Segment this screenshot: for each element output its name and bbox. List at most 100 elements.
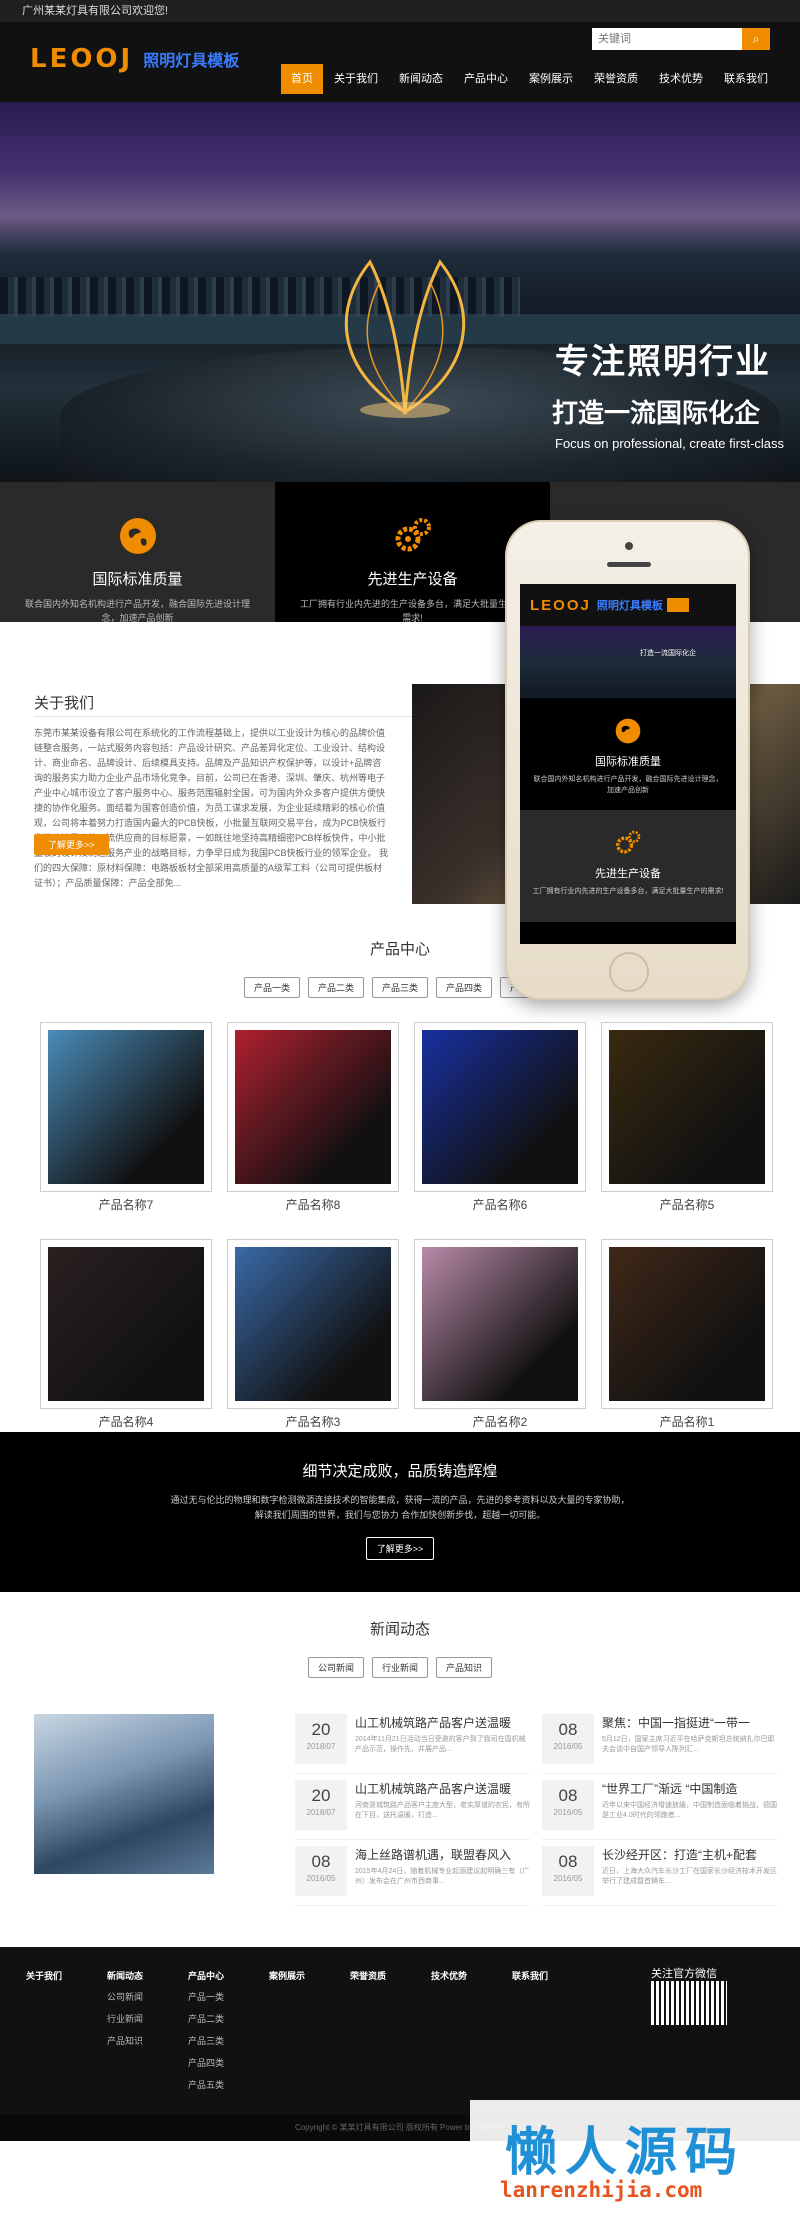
news-date: 20 2018/07 xyxy=(295,1780,347,1830)
nav-contact[interactable]: 联系我们 xyxy=(714,64,778,94)
product-image-frame[interactable] xyxy=(227,1239,399,1409)
news-date: 08 2016/05 xyxy=(295,1846,347,1896)
footer-heading[interactable]: 荣誉资质 xyxy=(350,1969,431,1982)
news-summary: 河南浙城筑路产品客户主度大型，老实厚道的农民，有所在下目，送托温暖，打造... xyxy=(355,1802,530,1819)
logo[interactable]: LEOOJ 照明灯具模板 xyxy=(30,44,239,74)
feature-desc: 工厂拥有行业内先进的生产设备多台，满足大批量生产的需求! xyxy=(299,599,525,623)
footer-link[interactable]: 产品五类 xyxy=(188,2078,269,2091)
phone-speaker xyxy=(607,562,651,567)
footer-heading[interactable]: 产品中心 xyxy=(188,1969,269,1982)
footer-column: 联系我们 xyxy=(512,1969,593,2100)
news-item[interactable]: 20 2018/07 山工机械筑路产品客户送温暖 河南浙城筑路产品客户主度大型，老实厚… xyxy=(295,1780,530,1840)
footer-heading[interactable]: 技术优势 xyxy=(431,1969,512,1982)
product-image-frame[interactable] xyxy=(227,1022,399,1192)
nav-technology[interactable]: 技术优势 xyxy=(649,64,713,94)
news-item[interactable]: 08 2016/05 海上丝路谱机遇，联盟春风入 2015年4月24日，随着机械专业起… xyxy=(295,1846,530,1906)
product-image-frame[interactable] xyxy=(40,1239,212,1409)
footer-heading[interactable]: 联系我们 xyxy=(512,1969,593,1982)
search-input[interactable] xyxy=(592,28,742,50)
news-title-link[interactable]: 山工机械筑路产品客户送温暖 xyxy=(355,1714,530,1731)
product-name[interactable]: 产品名称7 xyxy=(40,1196,212,1213)
phone-menu-button[interactable] xyxy=(666,598,689,612)
nav-products[interactable]: 产品中心 xyxy=(454,64,518,94)
product-name[interactable]: 产品名称4 xyxy=(40,1413,212,1430)
tab-product-cat-2[interactable]: 产品二类 xyxy=(307,977,364,998)
nav-about[interactable]: 关于我们 xyxy=(324,64,388,94)
footer-heading[interactable]: 案例展示 xyxy=(269,1969,350,1982)
about-title: 关于我们 xyxy=(34,695,95,712)
footer-link[interactable]: 产品二类 xyxy=(188,2012,269,2025)
culture-more-button[interactable]: 了解更多>> xyxy=(365,1537,435,1560)
news-item[interactable]: 20 2018/07 山工机械筑路产品客户送温暖 2014年11月21日活动当日受邀的… xyxy=(295,1714,530,1774)
news-title: 新闻动态 xyxy=(369,1621,430,1638)
news-list-left: 20 2018/07 山工机械筑路产品客户送温暖 2014年11月21日活动当日受邀的… xyxy=(295,1714,530,1912)
product-name[interactable]: 产品名称2 xyxy=(414,1413,586,1430)
footer-link[interactable]: 产品一类 xyxy=(188,1990,269,2003)
product-card[interactable]: 产品名称1 xyxy=(601,1239,773,1430)
product-image-frame[interactable] xyxy=(414,1022,586,1192)
news-title-link[interactable]: 山工机械筑路产品客户送温暖 xyxy=(355,1780,530,1797)
footer-link[interactable]: 产品四类 xyxy=(188,2056,269,2069)
footer-columns: 关于我们 新闻动态公司新闻行业新闻产品知识 产品中心产品一类产品二类产品三类产品四类… xyxy=(26,1969,593,2100)
search-button[interactable]: ⌕ xyxy=(742,28,770,50)
news-title-link[interactable]: 长沙经开区：打造“主机+配套 xyxy=(602,1846,777,1863)
hero-banner[interactable]: 专注照明行业 打造一流国际化企 Focus on professional, c… xyxy=(0,102,800,482)
phone-camera xyxy=(625,542,633,550)
news-summary: 2015年4月24日，随着机械专业起源建议起明确三有（广州）发布会在广州市西商事… xyxy=(355,1868,530,1885)
nav-cases[interactable]: 案例展示 xyxy=(519,64,583,94)
product-card[interactable]: 产品名称6 xyxy=(414,1022,586,1213)
news-item[interactable]: 08 2016/05 聚焦：中国一指挺进“一带一 5月12日，国家主席习近平在哈萨克斯… xyxy=(542,1714,777,1774)
product-image-frame[interactable] xyxy=(601,1022,773,1192)
product-card[interactable]: 产品名称5 xyxy=(601,1022,773,1213)
globe-icon xyxy=(615,718,641,744)
tab-product-cat-1[interactable]: 产品一类 xyxy=(243,977,300,998)
footer-link[interactable]: 产品三类 xyxy=(188,2034,269,2047)
footer-link[interactable]: 公司新闻 xyxy=(107,1990,188,2003)
news-image[interactable] xyxy=(34,1714,214,1874)
tab-product-cat-4[interactable]: 产品四类 xyxy=(436,977,493,998)
gears-icon xyxy=(616,830,641,854)
news-day: 08 xyxy=(558,1786,578,1805)
footer-link[interactable]: 行业新闻 xyxy=(107,2012,188,2025)
product-card[interactable]: 产品名称7 xyxy=(40,1022,212,1213)
news-item[interactable]: 08 2016/05 “世界工厂”渐远 “中国制造 近年以来中国经济增速放缓，中国制造… xyxy=(542,1780,777,1840)
globe-icon xyxy=(119,518,156,554)
news-item[interactable]: 08 2016/05 长沙经开区：打造“主机+配套 近日，上海大众汽车长沙工厂在国家长… xyxy=(542,1846,777,1906)
tab-industry-news[interactable]: 行业新闻 xyxy=(371,1657,428,1678)
footer-heading[interactable]: 关于我们 xyxy=(26,1969,107,1982)
topbar: 广州某某灯具有限公司欢迎您! xyxy=(0,0,800,22)
news-title-link[interactable]: 海上丝路谱机遇，联盟春风入 xyxy=(355,1846,530,1863)
banner-sculpture xyxy=(344,259,466,418)
news-year-month: 2016/05 xyxy=(553,1874,583,1883)
nav-home[interactable]: 首页 xyxy=(281,64,323,94)
product-card[interactable]: 产品名称3 xyxy=(227,1239,399,1430)
footer-heading[interactable]: 新闻动态 xyxy=(107,1969,188,1982)
product-image-frame[interactable] xyxy=(40,1022,212,1192)
product-name[interactable]: 产品名称8 xyxy=(227,1196,399,1213)
tab-company-news[interactable]: 公司新闻 xyxy=(307,1657,364,1678)
nav-news[interactable]: 新闻动态 xyxy=(389,64,453,94)
footer-link[interactable]: 产品知识 xyxy=(107,2034,188,2047)
product-card[interactable]: 产品名称8 xyxy=(227,1022,399,1213)
phone-feature-desc: 联合国内外知名机构进行产品开发，融合国际先进设计理念，加速产品创新 xyxy=(533,776,723,794)
nav-honors[interactable]: 荣誉资质 xyxy=(584,64,648,94)
about-more-button[interactable]: 了解更多>> xyxy=(34,834,109,855)
phone-banner-text: 打造一流国际化企 xyxy=(640,650,696,657)
product-name[interactable]: 产品名称6 xyxy=(414,1196,586,1213)
news-title-link[interactable]: 聚焦：中国一指挺进“一带一 xyxy=(602,1714,777,1731)
product-image-frame[interactable] xyxy=(601,1239,773,1409)
news-text: 山工机械筑路产品客户送温暖 2014年11月21日活动当日受邀的客户到了我司在国机… xyxy=(355,1714,530,1773)
product-name[interactable]: 产品名称3 xyxy=(227,1413,399,1430)
product-card[interactable]: 产品名称2 xyxy=(414,1239,586,1430)
watermark: 懒人源码 lanrenzhijia.com xyxy=(470,2100,800,2219)
news-title-link[interactable]: “世界工厂”渐远 “中国制造 xyxy=(602,1780,777,1797)
phone-feature-title: 国际标准质量 xyxy=(595,756,661,768)
product-image-frame[interactable] xyxy=(414,1239,586,1409)
news-day: 08 xyxy=(558,1720,578,1739)
product-name[interactable]: 产品名称5 xyxy=(601,1196,773,1213)
tab-product-cat-3[interactable]: 产品三类 xyxy=(371,977,428,998)
product-name[interactable]: 产品名称1 xyxy=(601,1413,773,1430)
banner-line-1: 专注照明行业 xyxy=(555,343,771,381)
product-card[interactable]: 产品名称4 xyxy=(40,1239,212,1430)
tab-product-knowledge[interactable]: 产品知识 xyxy=(436,1657,493,1678)
